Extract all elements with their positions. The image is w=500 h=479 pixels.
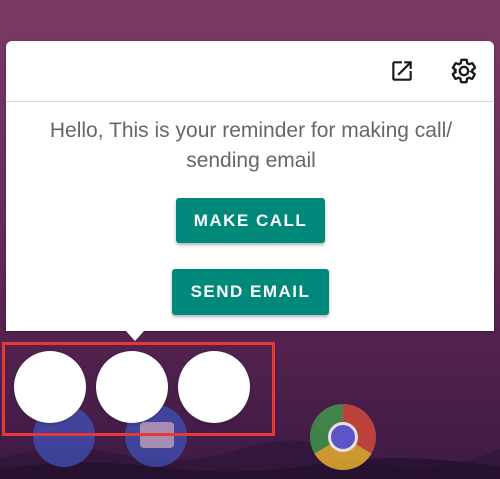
bubbles-highlight-box — [2, 342, 275, 436]
chrome-center — [328, 422, 358, 452]
reminder-message: Hello, This is your reminder for making … — [49, 119, 453, 172]
popup-pointer-arrow — [126, 331, 144, 341]
make-call-button[interactable]: MAKE CALL — [176, 198, 325, 243]
settings-gear-icon[interactable] — [450, 57, 478, 85]
reminder-popup: Hello, This is your reminder for making … — [6, 41, 494, 331]
open-in-new-icon[interactable] — [388, 57, 416, 85]
send-email-button[interactable]: SEND EMAIL — [172, 269, 329, 315]
popup-header — [6, 41, 494, 102]
